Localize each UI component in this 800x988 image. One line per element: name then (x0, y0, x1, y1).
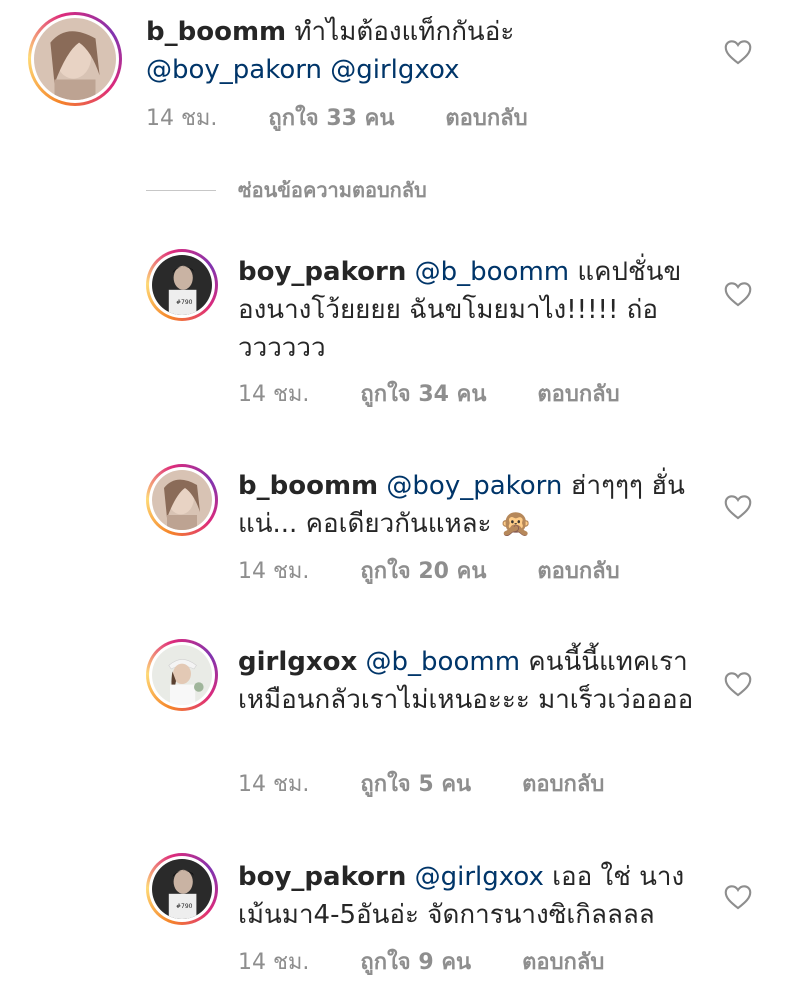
comment-username[interactable]: boy_pakorn (238, 257, 406, 287)
comment-username[interactable]: b_boomm (238, 471, 378, 501)
likes-count[interactable]: ถูกใจ 34 คน (360, 376, 486, 411)
mention-link[interactable]: @girlgxox (415, 862, 544, 892)
avatar[interactable] (28, 12, 122, 106)
svg-text:#790: #790 (176, 903, 193, 910)
hide-replies-label: ซ่อนข้อความตอบกลับ (238, 178, 427, 202)
svg-text:#790: #790 (176, 299, 193, 306)
reply-button[interactable]: ตอบกลับ (522, 766, 604, 801)
mention-link[interactable]: @girlgxox (330, 55, 459, 85)
reply-button[interactable]: ตอบกลับ (537, 376, 619, 411)
comment-meta: 14 ชม. ถูกใจ 5 คน ตอบกลับ (238, 766, 604, 801)
reply-button[interactable]: ตอบกลับ (522, 944, 604, 979)
reply-button[interactable]: ตอบกลับ (445, 100, 527, 135)
comment-time: 14 ชม. (238, 772, 310, 797)
comment-meta: 14 ชม. ถูกใจ 9 คน ตอบกลับ (238, 944, 604, 979)
comment-time: 14 ชม. (238, 559, 310, 584)
comment-text: boy_pakorn @girlgxox เออ ใช่ นางเม้นมา4-… (238, 858, 708, 934)
hide-replies-toggle[interactable]: ซ่อนข้อความตอบกลับ (146, 176, 427, 204)
comment-time: 14 ชม. (146, 106, 218, 131)
comment-text: b_boomm ทำไมต้องแท็กกันอ่ะ @boy_pakorn @… (146, 13, 706, 89)
comment-time: 14 ชม. (238, 382, 310, 407)
likes-count[interactable]: ถูกใจ 9 คน (360, 944, 471, 979)
likes-count[interactable]: ถูกใจ 33 คน (268, 100, 394, 135)
reply-button[interactable]: ตอบกลับ (537, 553, 619, 588)
mention-link[interactable]: @boy_pakorn (146, 55, 322, 85)
comment-body: ทำไมต้องแท็กกันอ่ะ (286, 17, 515, 47)
mention-link[interactable]: @boy_pakorn (386, 471, 562, 501)
comment-username[interactable]: b_boomm (146, 17, 286, 47)
comment-time: 14 ชม. (238, 950, 310, 975)
heart-icon[interactable] (724, 494, 752, 520)
comment-meta: 14 ชม. ถูกใจ 33 คน ตอบกลับ (146, 100, 528, 135)
comment-meta: 14 ชม. ถูกใจ 34 คน ตอบกลับ (238, 376, 620, 411)
mention-link[interactable]: @b_boomm (415, 257, 569, 287)
likes-count[interactable]: ถูกใจ 20 คน (360, 553, 486, 588)
comment-text: girlgxox @b_boomm คนนี้นี้แทคเรา เหมือนก… (238, 643, 708, 719)
comment-text: b_boomm @boy_pakorn ฮ่าๆๆๆ ฮั่นแน่... คอ… (238, 467, 708, 543)
avatar[interactable] (146, 464, 218, 536)
comment-meta: 14 ชม. ถูกใจ 20 คน ตอบกลับ (238, 553, 620, 588)
divider-line (146, 189, 216, 191)
avatar[interactable]: #790 (146, 853, 218, 925)
avatar[interactable]: #790 (146, 249, 218, 321)
heart-icon[interactable] (724, 281, 752, 307)
avatar[interactable] (146, 639, 218, 711)
comment-username[interactable]: boy_pakorn (238, 862, 406, 892)
heart-icon[interactable] (724, 884, 752, 910)
comment-username[interactable]: girlgxox (238, 647, 357, 677)
heart-icon[interactable] (724, 671, 752, 697)
comment-text: boy_pakorn @b_boomm แคปชั่นของนางโว้ยยยย… (238, 253, 708, 367)
likes-count[interactable]: ถูกใจ 5 คน (360, 766, 471, 801)
mention-link[interactable]: @b_boomm (366, 647, 520, 677)
heart-icon[interactable] (724, 39, 752, 65)
